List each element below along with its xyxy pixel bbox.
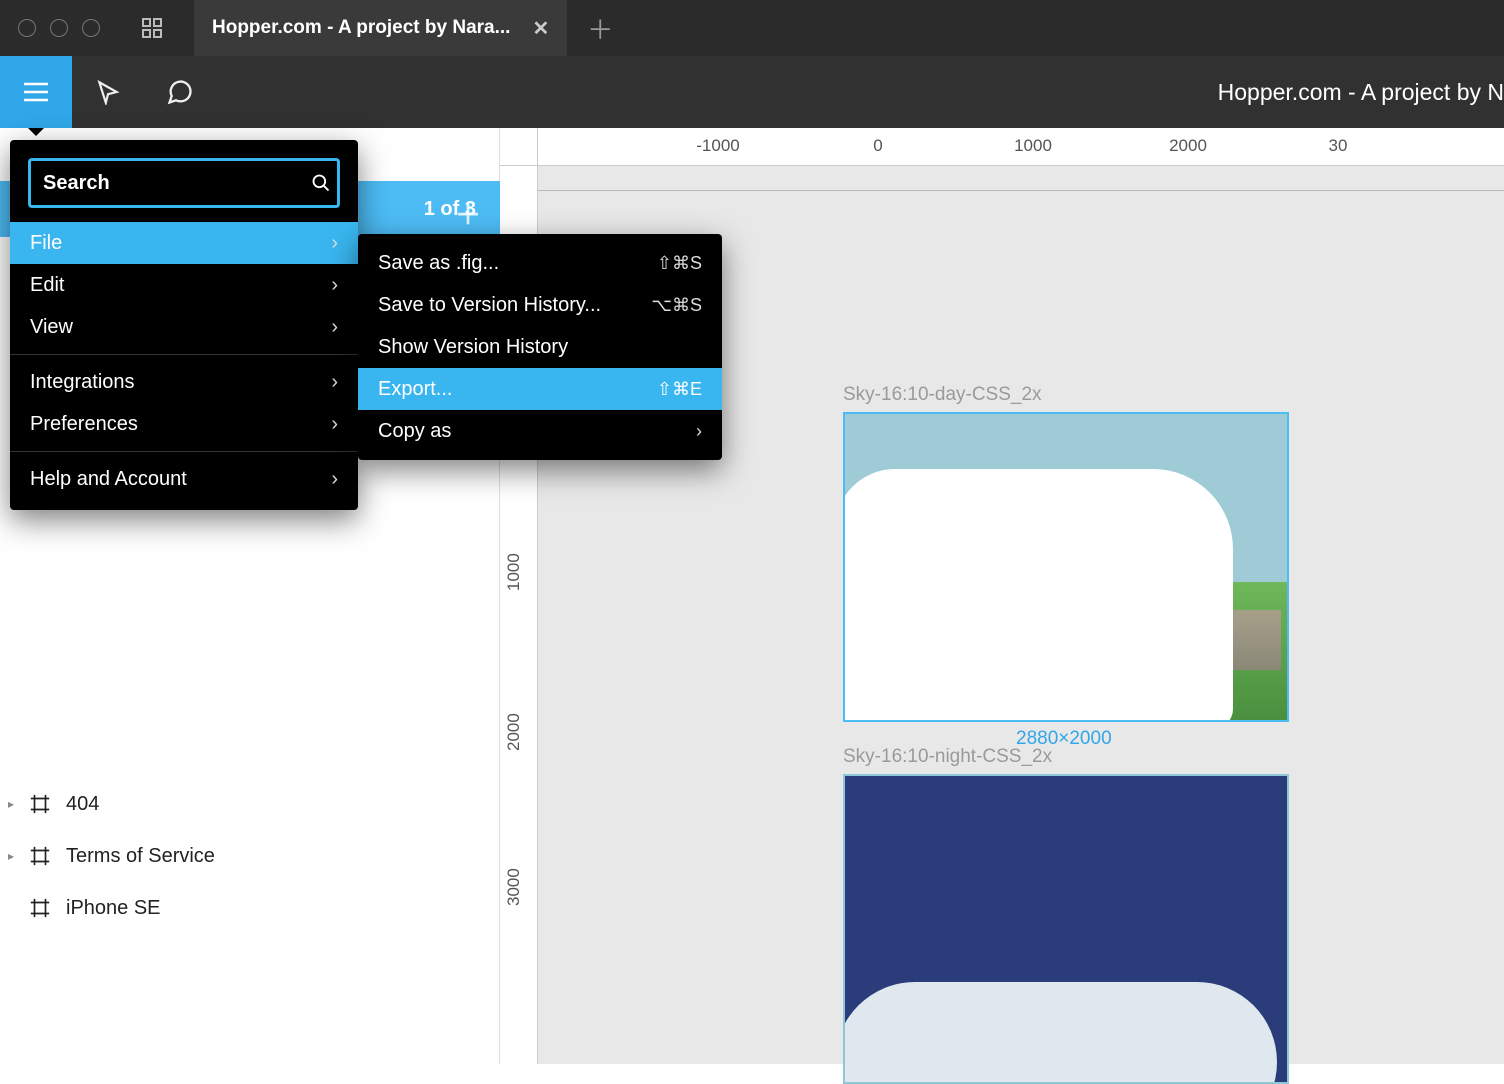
menu-search-input[interactable] (43, 172, 311, 195)
ruler-tick: 2000 (1169, 136, 1207, 156)
menu-search-field[interactable] (28, 158, 340, 208)
close-window-dot[interactable] (18, 19, 36, 37)
expand-chevron-icon[interactable]: ▸ (8, 849, 22, 863)
minimize-window-dot[interactable] (50, 19, 68, 37)
layer-row[interactable]: ▸ iPhone SE (0, 882, 500, 934)
menu-item-label: Integrations (30, 371, 135, 394)
menu-shortcut: ⇧⌘S (657, 253, 702, 274)
frame-icon (28, 792, 52, 816)
ruler-tick: -1000 (696, 136, 739, 156)
frame-label[interactable]: Sky-16:10-day-CSS_2x (843, 384, 1042, 406)
app-toolbar: Hopper.com - A project by N (0, 56, 1504, 128)
cloud-shape (843, 982, 1277, 1084)
window-controls (18, 19, 100, 37)
ruler-tick: 2000 (504, 713, 524, 751)
chevron-right-icon: › (331, 413, 338, 436)
menu-separator (10, 354, 358, 355)
browser-tab[interactable]: Hopper.com - A project by Nara... ✕ (194, 0, 567, 56)
menu-item-label: File (30, 232, 62, 255)
menu-item-label: View (30, 316, 73, 339)
menu-item-label: Save as .fig... (378, 252, 499, 275)
file-submenu: Save as .fig... ⇧⌘S Save to Version Hist… (358, 234, 722, 460)
close-tab-icon[interactable]: ✕ (532, 16, 549, 41)
menu-item-save-version-history[interactable]: Save to Version History... ⌥⌘S (358, 284, 722, 326)
menu-item-file[interactable]: File › (10, 222, 358, 264)
menu-item-label: Show Version History (378, 336, 568, 359)
move-tool-button[interactable] (72, 56, 144, 128)
cloud-shape (865, 509, 1130, 722)
ruler-corner (500, 128, 538, 166)
menu-item-label: Save to Version History... (378, 294, 601, 317)
menu-shortcut: ⇧⌘E (657, 379, 702, 400)
menu-item-integrations[interactable]: Integrations › (10, 361, 358, 403)
menu-item-label: Edit (30, 274, 64, 297)
layer-row[interactable]: ▸ 404 (0, 778, 500, 830)
ruler-tick: 3000 (504, 868, 524, 906)
menu-item-copy-as[interactable]: Copy as › (358, 410, 722, 452)
menu-item-show-version-history[interactable]: Show Version History (358, 326, 722, 368)
menu-item-edit[interactable]: Edit › (10, 264, 358, 306)
ruler-tick: 1000 (504, 553, 524, 591)
chevron-right-icon: › (331, 371, 338, 394)
ruler-horizontal: -1000 0 1000 2000 30 (538, 128, 1504, 166)
frame-icon (28, 844, 52, 868)
menu-shortcut: ⌥⌘S (651, 295, 702, 316)
main-menu-dropdown: File › Edit › View › Integrations › Pref… (10, 140, 358, 510)
ruler-tick: 30 (1329, 136, 1348, 156)
document-title: Hopper.com - A project by N (1218, 56, 1504, 128)
frame-label[interactable]: Sky-16:10-night-CSS_2x (843, 746, 1052, 768)
layer-name: Terms of Service (66, 845, 215, 868)
menu-item-save-as-fig[interactable]: Save as .fig... ⇧⌘S (358, 242, 722, 284)
page-counter: 1 of 3 (424, 198, 476, 221)
chevron-right-icon: › (331, 232, 338, 255)
chevron-right-icon: › (331, 274, 338, 297)
window-titlebar: Hopper.com - A project by Nara... ✕ ＋ (0, 0, 1504, 56)
chevron-right-icon: › (696, 421, 702, 442)
main-menu-button[interactable] (0, 56, 72, 128)
ruler-tick: 1000 (1014, 136, 1052, 156)
menu-item-label: Copy as (378, 420, 451, 443)
new-tab-button[interactable]: ＋ (587, 10, 613, 47)
menu-item-label: Export... (378, 378, 452, 401)
layer-name: iPhone SE (66, 897, 161, 920)
chevron-right-icon: › (331, 316, 338, 339)
menu-item-view[interactable]: View › (10, 306, 358, 348)
app-switcher-icon[interactable] (140, 16, 164, 40)
comment-tool-button[interactable] (144, 56, 216, 128)
menu-separator (10, 451, 358, 452)
frame-sky-night[interactable] (843, 774, 1289, 1084)
menu-item-label: Preferences (30, 413, 138, 436)
frame-sky-day[interactable] (843, 412, 1289, 722)
ruler-tick: 0 (873, 136, 882, 156)
chevron-right-icon: › (331, 468, 338, 491)
expand-chevron-icon[interactable]: ▸ (8, 797, 22, 811)
layer-row[interactable]: ▸ Terms of Service (0, 830, 500, 882)
layer-name: 404 (66, 793, 99, 816)
menu-item-help[interactable]: Help and Account › (10, 458, 358, 500)
menu-item-label: Help and Account (30, 468, 187, 491)
zoom-window-dot[interactable] (82, 19, 100, 37)
tab-title: Hopper.com - A project by Nara... (212, 17, 510, 39)
layers-list: ▸ 404 ▸ Terms of Service ▸ (0, 778, 500, 934)
menu-item-export[interactable]: Export... ⇧⌘E (358, 368, 722, 410)
menu-item-preferences[interactable]: Preferences › (10, 403, 358, 445)
frame-icon (28, 896, 52, 920)
search-icon (311, 173, 331, 193)
